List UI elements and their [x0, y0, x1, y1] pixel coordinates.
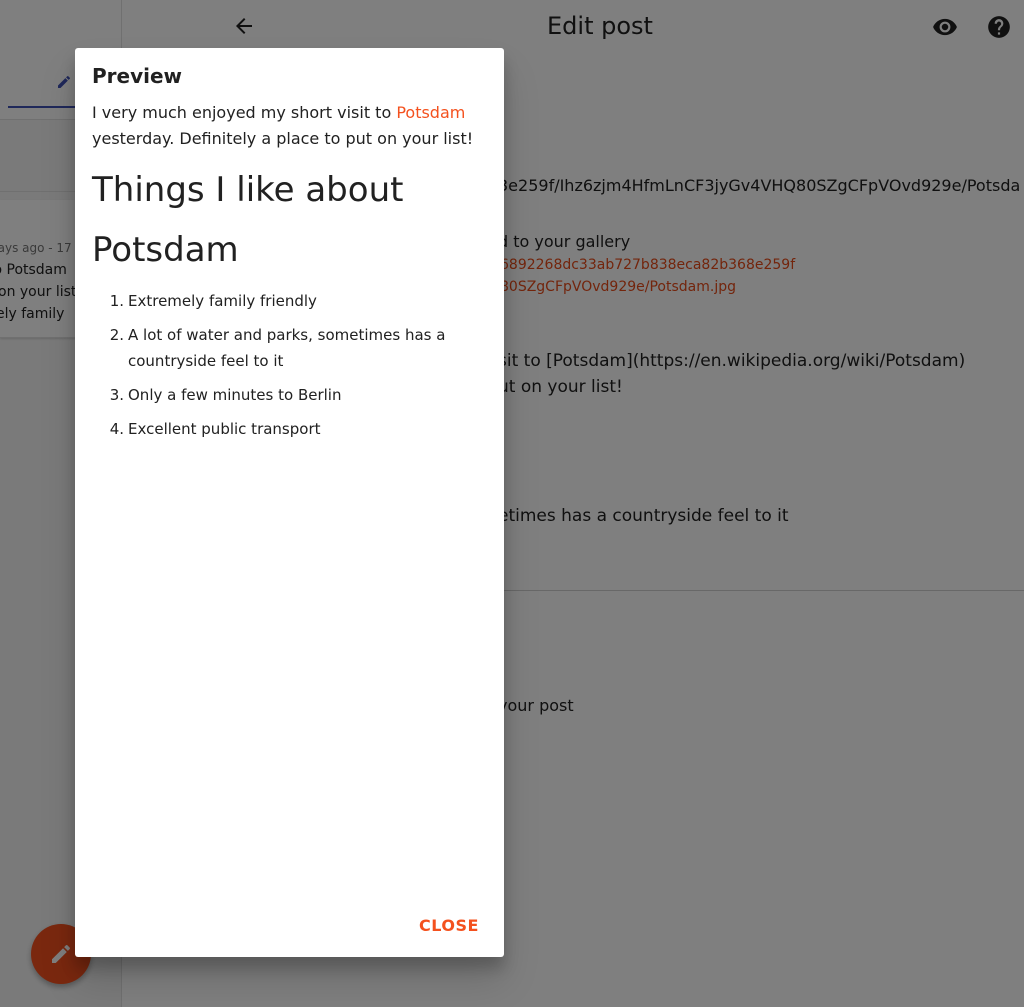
preview-dialog: Preview I very much enjoyed my short vis… — [75, 48, 504, 957]
list-item-text: Only a few minutes to Berlin — [128, 386, 342, 404]
list-item: 2. A lot of water and parks, sometimes h… — [92, 322, 488, 374]
list-item: 4. Excellent public transport — [92, 416, 488, 442]
list-item-number: 4. — [109, 420, 124, 438]
list-item: 3. Only a few minutes to Berlin — [92, 382, 488, 408]
close-button[interactable]: CLOSE — [409, 910, 489, 941]
list-item-number: 2. — [109, 326, 124, 344]
dialog-title: Preview — [92, 64, 183, 88]
preview-heading: Things I like about Potsdam — [92, 170, 404, 270]
list-item-number: 3. — [109, 386, 124, 404]
list-item-text: A lot of water and parks, sometimes has … — [128, 326, 446, 370]
preview-list: 1. Extremely family friendly 2. A lot of… — [92, 288, 488, 450]
preview-intro-paragraph: I very much enjoyed my short visit to Po… — [92, 100, 492, 152]
list-item-text: Extremely family friendly — [128, 292, 317, 310]
intro-text: I very much enjoyed my short visit to — [92, 103, 397, 122]
potsdam-link[interactable]: Potsdam — [396, 103, 465, 122]
list-item-text: Excellent public transport — [128, 420, 321, 438]
list-item: 1. Extremely family friendly — [92, 288, 488, 314]
list-item-number: 1. — [109, 292, 124, 310]
intro-text: yesterday. Definitely a place to put on … — [92, 129, 474, 148]
